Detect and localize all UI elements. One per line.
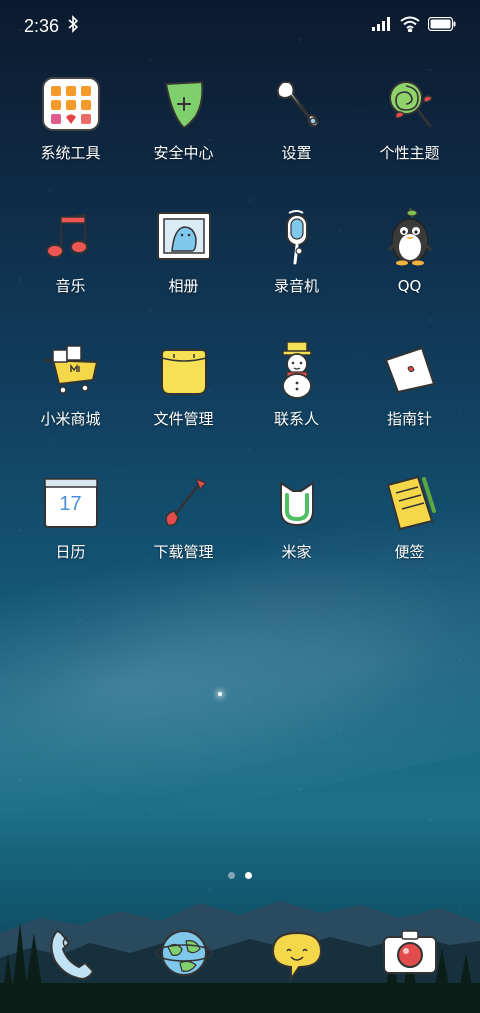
app-label: 设置 (281, 144, 312, 162)
app-label: 日历 (55, 543, 86, 561)
messages-bubble-icon (271, 931, 322, 983)
wrench-icon (265, 72, 329, 136)
app-label: 录音机 (273, 277, 319, 295)
mijia-icon (265, 471, 329, 535)
app-security-center[interactable]: 安全中心 (127, 72, 240, 205)
snowman-icon (265, 338, 329, 402)
music-note-icon (39, 205, 103, 269)
shopping-cart-icon (39, 338, 103, 402)
app-label: 便签 (394, 543, 425, 561)
status-bar: 2:36 (0, 0, 480, 52)
app-qq[interactable]: QQ (353, 205, 466, 338)
dock-phone[interactable] (39, 921, 103, 985)
notepad-icon (378, 471, 442, 535)
app-calendar[interactable]: 17 日历 (14, 471, 127, 604)
app-label: 系统工具 (40, 144, 101, 162)
app-label: 小米商城 (40, 410, 101, 428)
dock (0, 918, 480, 988)
app-label: 安全中心 (153, 144, 214, 162)
page-indicator (0, 872, 480, 879)
app-music[interactable]: 音乐 (14, 205, 127, 338)
app-recorder[interactable]: 录音机 (240, 205, 353, 338)
page-dot-active[interactable] (245, 872, 252, 879)
signal-icon (372, 16, 392, 36)
compass-icon (378, 338, 442, 402)
arrow-download-icon (152, 471, 216, 535)
camera-icon (382, 930, 437, 974)
page-dot[interactable] (228, 872, 235, 879)
app-compass[interactable]: 指南针 (353, 338, 466, 471)
shield-icon (152, 72, 216, 136)
lollipop-icon (378, 72, 442, 136)
app-system-tools[interactable]: 系统工具 (14, 72, 127, 205)
folder-icon (152, 338, 216, 402)
app-label: 下载管理 (153, 543, 214, 561)
wifi-icon (400, 16, 420, 37)
app-label: 指南针 (386, 410, 432, 428)
battery-icon (427, 16, 456, 36)
app-grid: 系统工具 安全中心 设置 个性主题 音乐 相册 录音机 QQ 小米商城 文件管理… (14, 72, 466, 604)
dock-browser[interactable] (152, 921, 216, 985)
dock-messages[interactable] (265, 921, 329, 985)
system-tools-folder-icon (39, 72, 103, 136)
app-label: 音乐 (55, 277, 86, 295)
app-label: 相册 (168, 277, 199, 295)
app-label: 米家 (281, 543, 312, 561)
dock-camera[interactable] (378, 921, 442, 985)
app-notes[interactable]: 便签 (353, 471, 466, 604)
app-label: QQ (397, 277, 422, 295)
app-file-manager[interactable]: 文件管理 (127, 338, 240, 471)
app-downloads[interactable]: 下载管理 (127, 471, 240, 604)
app-gallery[interactable]: 相册 (127, 205, 240, 338)
app-label: 文件管理 (153, 410, 214, 428)
microphone-icon (265, 205, 329, 269)
app-label: 联系人 (273, 410, 319, 428)
app-themes[interactable]: 个性主题 (353, 72, 466, 205)
status-time: 2:36 (24, 15, 60, 36)
app-mijia[interactable]: 米家 (240, 471, 353, 604)
browser-globe-icon (154, 930, 213, 976)
wallpaper-bright-star (218, 692, 222, 696)
calendar-icon: 17 (39, 471, 103, 535)
app-settings[interactable]: 设置 (240, 72, 353, 205)
penguin-icon (378, 205, 442, 269)
app-mi-store[interactable]: 小米商城 (14, 338, 127, 471)
picture-frame-icon (152, 205, 216, 269)
bluetooth-icon (67, 14, 79, 38)
calendar-date-badge: 17 (59, 493, 82, 515)
phone-icon (50, 929, 94, 981)
app-contacts[interactable]: 联系人 (240, 338, 353, 471)
app-label: 个性主题 (379, 144, 440, 162)
